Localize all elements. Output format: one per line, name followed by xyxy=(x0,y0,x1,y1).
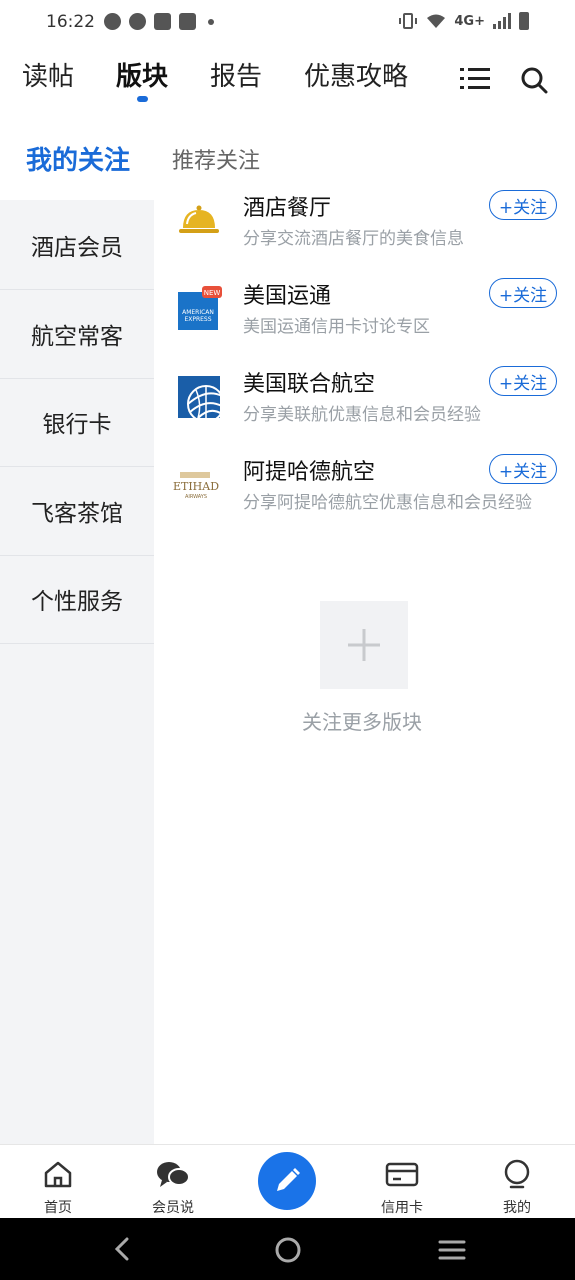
recents-icon[interactable] xyxy=(438,1238,466,1262)
system-navigation-bar xyxy=(0,1218,575,1280)
compose-icon xyxy=(277,1168,300,1191)
active-tab-indicator xyxy=(137,96,148,102)
follow-button[interactable]: +关注 xyxy=(489,454,557,484)
message-notification-icon xyxy=(104,13,121,30)
tab-read-posts[interactable]: 读帖 xyxy=(22,56,74,93)
nav-label: 信用卡 xyxy=(381,1200,423,1216)
etihad-logo: ETIHAD AIRWAYS xyxy=(173,472,219,500)
bag-notification-icon xyxy=(154,13,171,30)
forum-description: 分享阿提哈德航空优惠信息和会员经验 xyxy=(243,493,532,513)
new-badge: NEW xyxy=(204,289,221,297)
plus-icon xyxy=(348,629,380,661)
follow-button[interactable]: +关注 xyxy=(489,366,557,396)
profile-icon xyxy=(504,1159,530,1189)
battery-icon xyxy=(519,12,529,30)
follow-button[interactable]: +关注 xyxy=(489,190,557,220)
forum-row[interactable]: AMERICAN EXPRESS NEW 美国运通 美国运通信用卡讨论专区 +关… xyxy=(154,274,575,362)
nav-label: 首页 xyxy=(44,1200,72,1216)
forum-description: 美国运通信用卡讨论专区 xyxy=(243,317,430,337)
sidebar-item-bank-cards[interactable]: 银行卡 xyxy=(0,378,154,467)
compose-button[interactable] xyxy=(258,1152,316,1210)
forum-row[interactable]: 美国联合航空 分享美联航优惠信息和会员经验 +关注 xyxy=(154,362,575,450)
more-notifications-dot xyxy=(208,18,214,25)
back-icon[interactable] xyxy=(110,1236,134,1262)
sidebar: 我的关注 酒店会员 航空常客 银行卡 飞客茶馆 个性服务 xyxy=(0,120,154,1144)
forum-description: 分享美联航优惠信息和会员经验 xyxy=(243,405,481,425)
follow-button[interactable]: +关注 xyxy=(489,278,557,308)
sidebar-item-my-follows[interactable]: 我的关注 xyxy=(0,120,154,200)
nav-credit-card[interactable]: 信用卡 xyxy=(357,1145,447,1219)
network-type: 4G+ xyxy=(454,13,485,29)
tab-deals[interactable]: 优惠攻略 xyxy=(304,56,408,93)
sidebar-item-teahouse[interactable]: 飞客茶馆 xyxy=(0,467,154,556)
sidebar-header-label: 我的关注 xyxy=(26,146,131,176)
sidebar-item-frequent-flyer[interactable]: 航空常客 xyxy=(0,290,154,379)
nav-label: 我的 xyxy=(503,1200,531,1216)
forum-description: 分享交流酒店餐厅的美食信息 xyxy=(243,229,464,249)
forum-name: 阿提哈德航空 xyxy=(243,460,376,485)
notification-icons xyxy=(104,13,214,30)
signal-icon xyxy=(493,13,511,29)
forum-name: 美国运通 xyxy=(243,284,332,309)
svg-text:EXPRESS: EXPRESS xyxy=(184,316,211,323)
amex-logo: AMERICAN EXPRESS NEW xyxy=(178,286,222,330)
credit-card-icon xyxy=(385,1162,419,1187)
forum-name: 酒店餐厅 xyxy=(243,196,332,221)
nav-label: 会员说 xyxy=(152,1200,194,1216)
nav-mine[interactable]: 我的 xyxy=(472,1145,562,1219)
nav-home[interactable]: 首页 xyxy=(13,1145,103,1219)
amex-logo-text: AMERICAN xyxy=(182,309,214,316)
sidebar-item-hotel-membership[interactable]: 酒店会员 xyxy=(0,201,154,290)
etihad-logo-subtext: AIRWAYS xyxy=(185,494,207,500)
forum-name: 美国联合航空 xyxy=(243,372,376,397)
forum-row[interactable]: ETIHAD AIRWAYS 阿提哈德航空 分享阿提哈德航空优惠信息和会员经验 … xyxy=(154,450,575,538)
search-icon[interactable] xyxy=(520,66,548,94)
vibrate-icon xyxy=(399,13,418,29)
gauge-notification-icon xyxy=(129,13,146,30)
add-more-label: 关注更多版块 xyxy=(302,710,422,734)
status-bar: 16:22 4G+ xyxy=(0,0,575,46)
status-time: 16:22 xyxy=(46,12,95,32)
forum-row[interactable]: 酒店餐厅 分享交流酒店餐厅的美食信息 +关注 xyxy=(154,186,575,274)
system-status-icons: 4G+ xyxy=(398,12,529,30)
bag-notification-icon-2 xyxy=(179,13,196,30)
chat-icon xyxy=(157,1162,190,1187)
wifi-icon xyxy=(427,14,446,28)
united-globe-logo xyxy=(178,376,222,420)
etihad-logo-text: ETIHAD xyxy=(173,480,219,493)
nav-member-talk[interactable]: 会员说 xyxy=(128,1145,218,1219)
add-more-button[interactable] xyxy=(320,601,408,689)
sidebar-item-personal-services[interactable]: 个性服务 xyxy=(0,555,154,644)
list-menu-icon[interactable] xyxy=(460,66,490,92)
cloche-icon xyxy=(179,205,219,233)
home-circle-icon[interactable] xyxy=(274,1236,302,1264)
section-title: 推荐关注 xyxy=(172,149,261,174)
home-icon xyxy=(44,1161,72,1188)
tab-reports[interactable]: 报告 xyxy=(210,56,262,93)
tab-forums[interactable]: 版块 xyxy=(116,56,168,93)
